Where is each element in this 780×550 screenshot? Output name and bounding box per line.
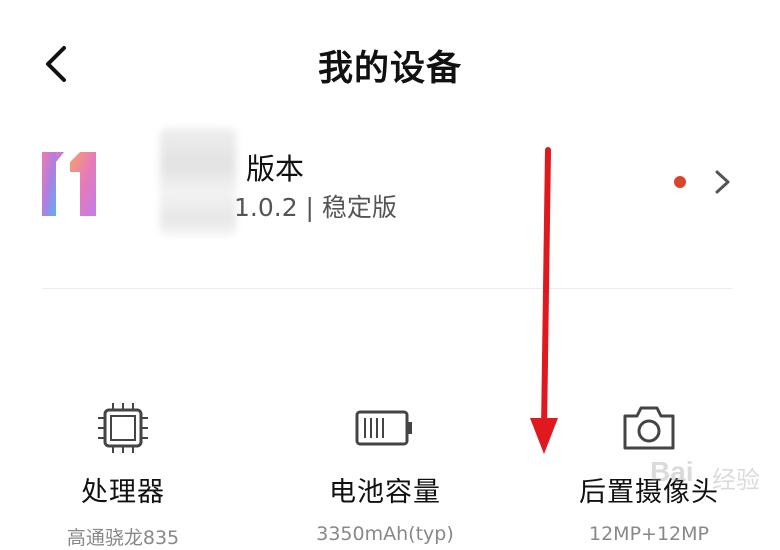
miui-11-logo-icon (42, 152, 96, 216)
processor-icon (98, 403, 148, 453)
spec-processor-name: 处理器 (81, 477, 165, 508)
spec-processor-value: 高通骁龙835 (66, 527, 180, 549)
battery-icon (355, 410, 412, 446)
miui-version-number: 1.0.2 | 稳定版 (234, 193, 397, 222)
header: 我的设备 (0, 0, 780, 130)
miui-version-label: 版本 (246, 152, 305, 186)
chevron-right-icon (715, 170, 730, 194)
miui-version-card[interactable]: 版本 1.0.2 | 稳定版 (0, 128, 780, 238)
baidu-watermark: Bai 经验 (620, 448, 780, 524)
blurred-device-name (160, 128, 236, 236)
red-arrow-annotation (530, 147, 558, 454)
spec-battery[interactable]: 电池容量 3350mAh(typ) (260, 400, 510, 545)
spec-processor[interactable]: 处理器 高通骁龙835 (0, 400, 248, 550)
watermark-sub: 经验 (712, 466, 760, 494)
update-indicator-dot (674, 176, 686, 188)
divider (42, 288, 732, 289)
spec-battery-name: 电池容量 (329, 477, 441, 508)
watermark-text: Bai (650, 456, 694, 487)
page-title: 我的设备 (317, 49, 462, 89)
spec-camera-value: 12MP+12MP (589, 523, 709, 545)
spec-battery-value: 3350mAh(typ) (316, 523, 454, 545)
